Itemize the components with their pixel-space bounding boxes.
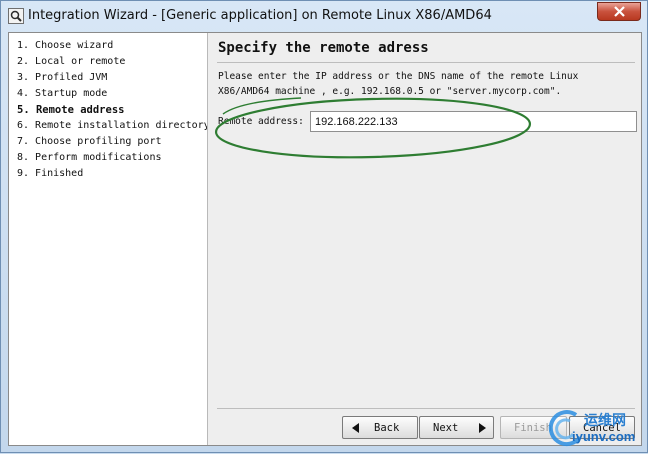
step-item: 9. Finished [17, 168, 84, 179]
wizard-body: 1. Choose wizard 2. Local or remote 3. P… [8, 32, 642, 446]
steps-panel: 1. Choose wizard 2. Local or remote 3. P… [9, 33, 208, 445]
finish-button-label: Finish [514, 422, 552, 434]
next-button-label: Next [433, 422, 459, 434]
cancel-button[interactable]: Cancel [569, 416, 635, 439]
step-item: 2. Local or remote [17, 56, 126, 67]
remote-address-label: Remote address: [218, 116, 304, 127]
step-item: 8. Perform modifications [17, 152, 162, 163]
cancel-button-label: Cancel [583, 422, 621, 434]
close-button[interactable] [597, 2, 641, 21]
back-button-label: Back [374, 422, 400, 434]
title-bar[interactable]: Integration Wizard - [Generic applicatio… [1, 1, 647, 31]
remote-address-input[interactable] [310, 111, 637, 132]
footer-divider [217, 408, 635, 409]
heading-divider [217, 62, 635, 63]
arrow-left-icon [352, 423, 359, 433]
arrow-right-icon [479, 423, 486, 433]
description-line: Please enter the IP address or the DNS n… [218, 71, 579, 82]
description-line: X86/AMD64 machine , e.g. 192.168.0.5 or … [218, 86, 562, 97]
finish-button[interactable]: Finish [500, 416, 567, 439]
next-button[interactable]: Next [419, 416, 494, 439]
step-item: 3. Profiled JVM [17, 72, 108, 83]
step-item: 6. Remote installation directory [17, 120, 208, 131]
step-item: 7. Choose profiling port [17, 136, 162, 147]
back-button[interactable]: Back [342, 416, 418, 439]
step-item: 4. Startup mode [17, 88, 108, 99]
description: Please enter the IP address or the DNS n… [218, 69, 633, 99]
step-item-current: 5. Remote address [17, 104, 125, 116]
wizard-window: Integration Wizard - [Generic applicatio… [0, 0, 648, 453]
magnifier-icon [8, 8, 24, 24]
step-item: 1. Choose wizard [17, 40, 114, 51]
window-title: Integration Wizard - [Generic applicatio… [28, 8, 492, 23]
page-title: Specify the remote adress [218, 40, 429, 56]
close-icon [614, 6, 625, 17]
